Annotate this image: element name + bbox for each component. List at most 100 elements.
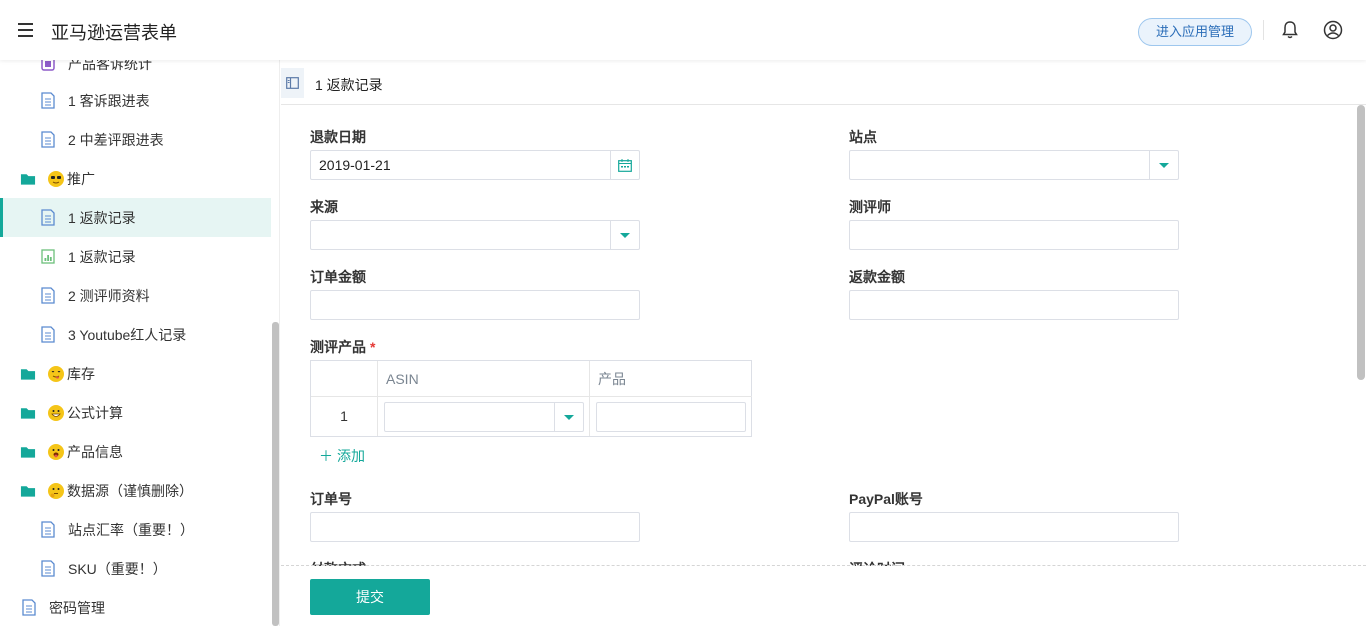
main-content: 1 返款记录 退款日期 2019-01-21 站点 来源 测评师 订单金额 返款… xyxy=(281,60,1366,626)
sidebar-item-complaint-stats[interactable]: 产品客诉统计 xyxy=(0,60,271,83)
submit-button[interactable]: 提交 xyxy=(310,579,430,615)
sidebar-item-youtube-influencer[interactable]: 3 Youtube红人记录 xyxy=(0,315,271,354)
order-number-label: 订单号 xyxy=(310,491,352,507)
sidebar-item-label: 数据源（谨慎删除） xyxy=(67,482,193,499)
product-column-header: 产品 xyxy=(590,361,752,397)
document-icon xyxy=(40,326,56,344)
sidebar-folder-promotion[interactable]: 推广 xyxy=(0,159,271,198)
refund-amount-label: 返款金额 xyxy=(849,269,905,285)
sidebar-item-complaint-followup[interactable]: 1 客诉跟进表 xyxy=(0,81,271,120)
sidebar-item-label: 库存 xyxy=(67,365,95,382)
row-index: 1 xyxy=(340,408,348,424)
sidebar-item-refund-record[interactable]: 1 返款记录 xyxy=(0,198,271,237)
sidebar-item-label: 推广 xyxy=(67,170,95,187)
source-label: 来源 xyxy=(310,199,338,215)
index-column-header xyxy=(311,361,378,397)
sidebar-item-exchange-rate[interactable]: 站点汇率（重要！） xyxy=(0,510,271,549)
asin-select[interactable] xyxy=(384,402,584,432)
sidebar-item-reviewer-profile[interactable]: 2 测评师资料 xyxy=(0,276,271,315)
report-chart-icon xyxy=(40,248,56,266)
yum-emoji-icon xyxy=(48,365,64,382)
user-account-icon[interactable] xyxy=(1323,20,1343,40)
site-label: 站点 xyxy=(849,129,877,145)
review-product-subtable: ASIN 产品 1 xyxy=(310,360,752,437)
add-row-button[interactable]: ＋添加 xyxy=(319,446,365,466)
product-field[interactable] xyxy=(596,402,746,432)
form-scrollbar[interactable] xyxy=(1357,105,1365,380)
app-title: 亚马逊运营表单 xyxy=(51,23,177,43)
column-divider xyxy=(377,361,378,436)
sidebar-item-label: 产品客诉统计 xyxy=(68,60,152,72)
order-number-field[interactable] xyxy=(310,512,640,542)
sidebar-folder-data-source[interactable]: 数据源（谨慎删除） xyxy=(0,471,271,510)
sidebar-item-label: 2 测评师资料 xyxy=(68,287,150,304)
sidebar-item-label: 站点汇率（重要！） xyxy=(68,521,194,538)
document-icon xyxy=(40,92,56,110)
sidebar-item-label: 产品信息 xyxy=(67,443,123,460)
tab-title: 1 返款记录 xyxy=(315,77,383,93)
chevron-down-icon[interactable] xyxy=(1149,151,1178,179)
sidebar-item-label: 1 返款记录 xyxy=(68,209,136,226)
document-icon xyxy=(40,209,56,227)
folder-icon xyxy=(20,365,36,383)
sunglasses-emoji-icon xyxy=(48,170,64,187)
sidebar-item-label: SKU（重要！） xyxy=(68,560,167,577)
bell-icon[interactable] xyxy=(1280,20,1300,40)
calendar-icon[interactable] xyxy=(610,151,639,179)
asin-column-header: ASIN xyxy=(378,361,590,397)
order-amount-label: 订单金额 xyxy=(310,269,366,285)
review-product-label: 测评产品 * xyxy=(310,337,375,357)
folder-icon xyxy=(20,482,36,500)
refund-date-value: 2019-01-21 xyxy=(319,157,391,173)
document-icon xyxy=(40,131,56,149)
refund-date-label: 退款日期 xyxy=(310,129,366,145)
sidebar-item-label: 2 中差评跟进表 xyxy=(68,131,164,148)
refund-date-field[interactable]: 2019-01-21 xyxy=(310,150,640,180)
document-icon xyxy=(21,599,37,617)
sidebar-scrollbar[interactable] xyxy=(272,322,279,626)
form-footer: 提交 xyxy=(281,566,1366,626)
sidebar: 产品客诉统计 1 客诉跟进表 2 中差评跟进表 推广 1 返款记录 1 返款记录… xyxy=(0,60,280,626)
column-divider xyxy=(589,361,590,436)
top-bar: 亚马逊运营表单 进入应用管理 xyxy=(0,0,1366,60)
review-product-label-text: 测评产品 xyxy=(310,339,366,355)
folder-icon xyxy=(20,170,36,188)
paypal-account-label: PayPal账号 xyxy=(849,491,923,507)
required-mark: * xyxy=(370,339,376,355)
paypal-account-field[interactable] xyxy=(849,512,1179,542)
refund-amount-field[interactable] xyxy=(849,290,1179,320)
document-icon xyxy=(40,521,56,539)
form-icon xyxy=(40,60,56,73)
enter-app-management-button[interactable]: 进入应用管理 xyxy=(1138,18,1252,46)
document-icon xyxy=(40,287,56,305)
sidebar-item-refund-report[interactable]: 1 返款记录 xyxy=(0,237,271,276)
reviewer-field[interactable] xyxy=(849,220,1179,250)
sidebar-item-sku[interactable]: SKU（重要！） xyxy=(0,549,271,588)
folder-icon xyxy=(20,404,36,422)
order-amount-field[interactable] xyxy=(310,290,640,320)
add-row-label: 添加 xyxy=(337,448,365,464)
folder-icon xyxy=(20,443,36,461)
sidebar-item-label: 1 客诉跟进表 xyxy=(68,92,150,109)
sidebar-folder-product-info[interactable]: 产品信息 xyxy=(0,432,271,471)
sidebar-item-password-management[interactable]: 密码管理 xyxy=(0,588,271,626)
chevron-down-icon[interactable] xyxy=(610,221,639,249)
sidebar-item-negative-review-followup[interactable]: 2 中差评跟进表 xyxy=(0,120,271,159)
sidebar-item-label: 密码管理 xyxy=(49,599,105,616)
hamburger-menu-icon[interactable] xyxy=(16,20,38,40)
grin-emoji-icon xyxy=(48,404,64,421)
site-select[interactable] xyxy=(849,150,1179,180)
document-icon xyxy=(40,560,56,578)
sidebar-folder-inventory[interactable]: 库存 xyxy=(0,354,271,393)
source-select[interactable] xyxy=(310,220,640,250)
sidebar-toggle-icon[interactable] xyxy=(281,68,304,98)
chevron-down-icon[interactable] xyxy=(554,403,583,431)
sidebar-item-label: 公式计算 xyxy=(67,404,123,421)
plus-icon: ＋ xyxy=(319,448,333,464)
thinking-emoji-icon xyxy=(48,482,64,499)
tongue-emoji-icon xyxy=(48,443,64,460)
reviewer-label: 测评师 xyxy=(849,199,891,215)
header-divider xyxy=(1263,20,1264,40)
sidebar-folder-formula[interactable]: 公式计算 xyxy=(0,393,271,432)
tab-bar: 1 返款记录 xyxy=(281,60,1366,105)
